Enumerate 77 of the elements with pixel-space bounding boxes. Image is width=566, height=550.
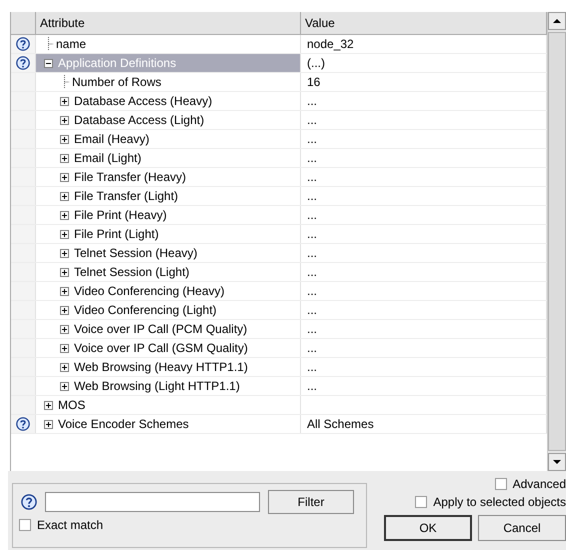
attribute-name: File Transfer (Light) <box>74 189 178 203</box>
attribute-name: Web Browsing (Heavy HTTP1.1) <box>74 360 248 374</box>
attribute-cell[interactable]: Video Conferencing (Heavy) <box>36 282 301 300</box>
attribute-name: Video Conferencing (Light) <box>74 303 217 317</box>
filter-button[interactable]: Filter <box>268 490 354 514</box>
attribute-name: Database Access (Light) <box>74 113 204 127</box>
expand-icon[interactable] <box>60 96 69 106</box>
help-icon[interactable] <box>16 417 30 431</box>
expand-icon[interactable] <box>60 382 69 390</box>
attribute-name: Web Browsing (Light HTTP1.1) <box>74 379 240 393</box>
help-icon[interactable] <box>21 494 37 510</box>
attribute-cell[interactable]: Email (Light) <box>36 149 301 167</box>
attribute-name: File Transfer (Heavy) <box>74 170 186 184</box>
attribute-cell[interactable]: File Print (Heavy) <box>36 206 301 224</box>
attribute-cell[interactable]: Voice over IP Call (GSM Quality) <box>36 339 301 357</box>
attribute-name: Voice Encoder Schemes <box>58 417 189 431</box>
attribute-name: Voice over IP Call (PCM Quality) <box>74 322 248 336</box>
attribute-cell[interactable]: name <box>36 35 301 53</box>
attribute-cell[interactable]: File Transfer (Light) <box>36 187 301 205</box>
attribute-name: Voice over IP Call (GSM Quality) <box>74 341 248 355</box>
scroll-down-button[interactable] <box>548 453 566 471</box>
expand-icon[interactable] <box>60 172 69 182</box>
ok-button[interactable]: OK <box>384 515 472 541</box>
help-icon[interactable] <box>16 37 30 51</box>
attribute-cell[interactable]: Video Conferencing (Light) <box>36 301 301 319</box>
expand-icon[interactable] <box>60 286 69 296</box>
attribute-cell[interactable]: MOS <box>36 396 301 414</box>
attribute-cell[interactable]: Number of Rows <box>36 73 301 91</box>
expand-icon[interactable] <box>60 116 69 124</box>
expand-icon[interactable] <box>60 248 69 258</box>
attribute-name: File Print (Light) <box>74 227 159 241</box>
expand-icon[interactable] <box>60 324 69 334</box>
expand-icon[interactable] <box>60 230 69 238</box>
attribute-name: MOS <box>58 398 86 412</box>
cancel-button[interactable]: Cancel <box>478 515 566 541</box>
help-icon[interactable] <box>16 56 30 70</box>
attribute-name: Application Definitions <box>58 56 176 70</box>
checkbox-label: Advanced <box>512 477 566 491</box>
attribute-name: Email (Heavy) <box>74 132 150 146</box>
expand-icon[interactable] <box>60 210 69 220</box>
expand-icon[interactable] <box>44 420 53 428</box>
expand-icon[interactable] <box>60 362 69 372</box>
checkbox[interactable] <box>415 496 428 508</box>
attribute-cell[interactable]: Web Browsing (Light HTTP1.1) <box>36 377 301 395</box>
expand-icon[interactable] <box>60 344 69 352</box>
attribute-name: Telnet Session (Heavy) <box>74 246 198 260</box>
attribute-name: Telnet Session (Light) <box>74 265 190 279</box>
attribute-name: Database Access (Heavy) <box>74 94 212 108</box>
attribute-cell[interactable]: Telnet Session (Light) <box>36 263 301 281</box>
attribute-cell[interactable]: Voice over IP Call (PCM Quality) <box>36 320 301 338</box>
expand-icon[interactable] <box>60 154 69 162</box>
attribute-name: Video Conferencing (Heavy) <box>74 284 225 298</box>
expand-icon[interactable] <box>44 400 53 410</box>
checkbox[interactable] <box>19 519 31 531</box>
expand-icon[interactable] <box>60 306 69 314</box>
scroll-up-button[interactable] <box>548 12 566 30</box>
column-header[interactable]: Attribute <box>36 12 301 34</box>
expand-icon[interactable] <box>60 268 69 276</box>
checkbox-label: Exact match <box>37 518 104 532</box>
attribute-name: name <box>56 37 86 51</box>
attribute-cell[interactable]: Telnet Session (Heavy) <box>36 244 301 262</box>
attribute-name: Number of Rows <box>72 75 162 89</box>
attribute-name: Email (Light) <box>74 151 142 165</box>
checkbox[interactable] <box>494 478 507 490</box>
attribute-cell[interactable]: File Print (Light) <box>36 225 301 243</box>
attribute-cell[interactable]: Database Access (Heavy) <box>36 92 301 110</box>
expand-icon[interactable] <box>60 192 69 200</box>
collapse-icon[interactable] <box>44 58 53 68</box>
filter-field[interactable] <box>45 492 260 512</box>
attribute-cell[interactable]: Web Browsing (Heavy HTTP1.1) <box>36 358 301 376</box>
attribute-cell[interactable]: Database Access (Light) <box>36 111 301 129</box>
checkbox-label: Apply to selected objects <box>433 495 566 509</box>
expand-icon[interactable] <box>60 134 69 144</box>
attribute-cell[interactable]: File Transfer (Heavy) <box>36 168 301 186</box>
attribute-cell[interactable]: Email (Heavy) <box>36 130 301 148</box>
attribute-name: File Print (Heavy) <box>74 208 167 222</box>
attribute-cell[interactable]: Voice Encoder Schemes <box>36 415 301 433</box>
